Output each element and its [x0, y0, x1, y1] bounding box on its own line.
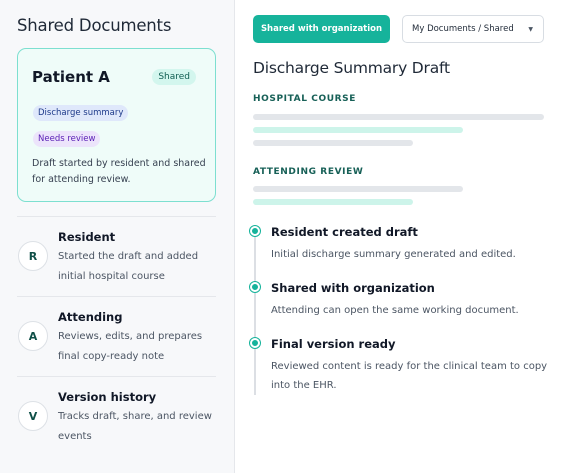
attending-title: Attending: [58, 310, 123, 324]
text-placeholder: [253, 199, 413, 205]
divider: [17, 376, 216, 377]
attending-review-heading: ATTENDING REVIEW: [253, 167, 364, 177]
divider: [17, 296, 216, 297]
text-placeholder: [253, 186, 463, 192]
timeline-dot-icon: [250, 226, 260, 236]
resident-title: Resident: [58, 230, 116, 244]
sidebar: Shared Documents Patient A Shared Discha…: [0, 0, 235, 473]
resident-description: Started the draft and added initial hosp…: [58, 251, 199, 282]
timeline-item-description: Reviewed content is ready for the clinic…: [271, 361, 548, 391]
timeline-item-title: Resident created draft: [271, 225, 418, 239]
needs-review-tag: Needs review: [33, 131, 101, 147]
version-history-description: Tracks draft, share, and review events: [58, 411, 212, 442]
attending-description: Reviews, edits, and prepares final copy-…: [58, 331, 203, 362]
timeline-dot-icon: [250, 338, 260, 348]
documents-select[interactable]: My Documents / Shared ▼: [402, 15, 544, 43]
shared-with-organization-button[interactable]: Shared with organization: [253, 15, 390, 43]
version-history-title: Version history: [58, 390, 157, 404]
timeline-item-description: Initial discharge summary generated and …: [271, 249, 516, 260]
patient-card-description: Draft started by resident and shared for…: [32, 158, 206, 185]
attending-avatar: A: [18, 321, 48, 351]
hospital-course-heading: HOSPITAL COURSE: [253, 94, 357, 104]
divider: [17, 216, 216, 217]
chevron-down-icon: ▼: [528, 26, 533, 33]
document-title: Discharge Summary Draft: [253, 59, 450, 77]
version-history-avatar: V: [18, 401, 48, 431]
timeline-item-title: Shared with organization: [271, 281, 435, 295]
timeline-item-description: Attending can open the same working docu…: [271, 305, 519, 316]
text-placeholder: [253, 114, 544, 120]
text-placeholder: [253, 140, 413, 146]
documents-select-label: My Documents / Shared: [412, 24, 514, 34]
patient-card[interactable]: Patient A Shared Discharge summary Needs…: [17, 48, 216, 202]
sidebar-title: Shared Documents: [17, 16, 172, 35]
resident-avatar: R: [18, 241, 48, 271]
timeline-dot-icon: [250, 282, 260, 292]
timeline-item-title: Final version ready: [271, 337, 396, 351]
timeline-line: [254, 228, 256, 395]
discharge-summary-tag: Discharge summary: [33, 105, 129, 121]
text-placeholder: [253, 127, 463, 133]
patient-name: Patient A: [32, 68, 110, 86]
shared-badge: Shared: [152, 69, 196, 85]
